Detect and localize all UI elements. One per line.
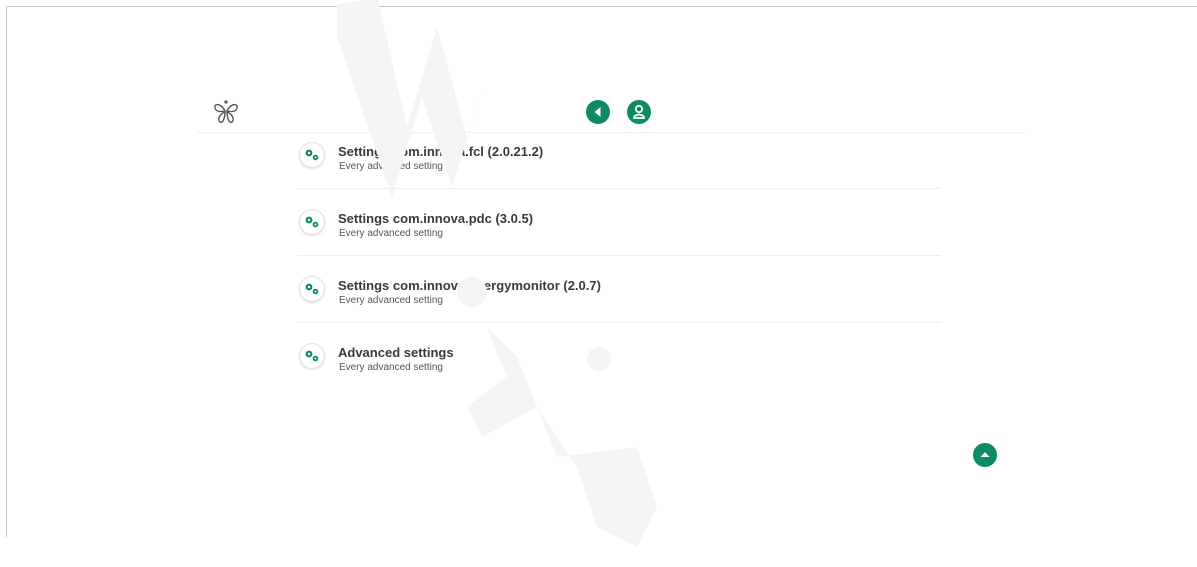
settings-list: Settings com.innova.fcl (2.0.21.2) Every… [297,132,941,399]
gears-icon [299,343,325,369]
app-frame: Settings com.innova.fcl (2.0.21.2) Every… [6,0,1197,547]
butterfly-icon[interactable] [211,97,241,127]
back-button[interactable] [586,100,610,124]
settings-item-advanced[interactable]: Advanced settings Every advanced setting [297,333,941,389]
user-button[interactable] [627,100,651,124]
settings-item-title: Settings com.innova.fcl (2.0.21.2) [338,144,544,159]
back-arrow-icon [594,107,601,117]
settings-item-energymonitor[interactable]: Settings com.innova.energymonitor (2.0.7… [297,266,941,323]
gears-icon [299,209,325,235]
scroll-to-top-button[interactable] [973,443,997,467]
gears-icon [299,142,325,168]
settings-item-title: Advanced settings [338,345,454,360]
user-icon [633,104,645,119]
settings-item-pdc[interactable]: Settings com.innova.pdc (3.0.5) Every ad… [297,199,941,256]
settings-item-subtitle: Every advanced setting [339,362,443,373]
settings-item-subtitle: Every advanced setting [339,161,443,172]
scroll-to-top-icon [980,452,990,457]
gears-icon [299,276,325,302]
settings-item-title: Settings com.innova.pdc (3.0.5) [338,211,534,226]
settings-item-subtitle: Every advanced setting [339,295,443,306]
settings-item-subtitle: Every advanced setting [339,228,443,239]
settings-item-title: Settings com.innova.energymonitor (2.0.7… [338,278,601,293]
header-bar [197,91,1025,133]
settings-item-fcl[interactable]: Settings com.innova.fcl (2.0.21.2) Every… [297,132,941,189]
